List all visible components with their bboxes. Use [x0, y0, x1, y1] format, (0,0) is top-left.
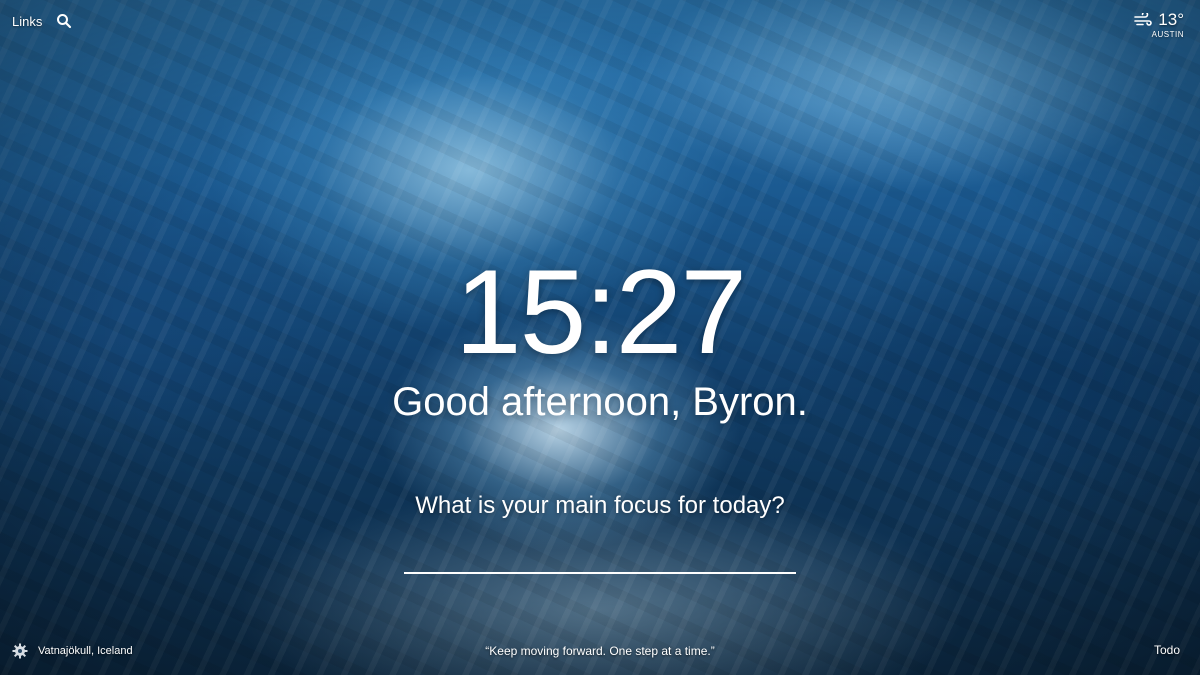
focus-area: What is your main focus for today?: [0, 490, 1200, 574]
weather-location: AUSTIN: [1151, 30, 1184, 39]
daily-quote: “Keep moving forward. One step at a time…: [485, 644, 715, 658]
search-icon[interactable]: [56, 13, 72, 29]
focus-input[interactable]: [404, 544, 796, 574]
greeting-text: Good afternoon, Byron.: [392, 380, 808, 424]
weather-temperature: 13°: [1158, 10, 1184, 29]
top-left-bar: Links: [12, 13, 72, 29]
clock-area: 15:27 Good afternoon, Byron.: [0, 252, 1200, 424]
wind-icon: [1134, 11, 1153, 27]
todo-button[interactable]: Todo: [1154, 643, 1180, 657]
clock-time: 15:27: [454, 245, 747, 379]
focus-question: What is your main focus for today?: [415, 492, 785, 519]
links-button[interactable]: Links: [12, 14, 42, 29]
weather-widget[interactable]: 13° AUSTIN: [1134, 10, 1184, 39]
